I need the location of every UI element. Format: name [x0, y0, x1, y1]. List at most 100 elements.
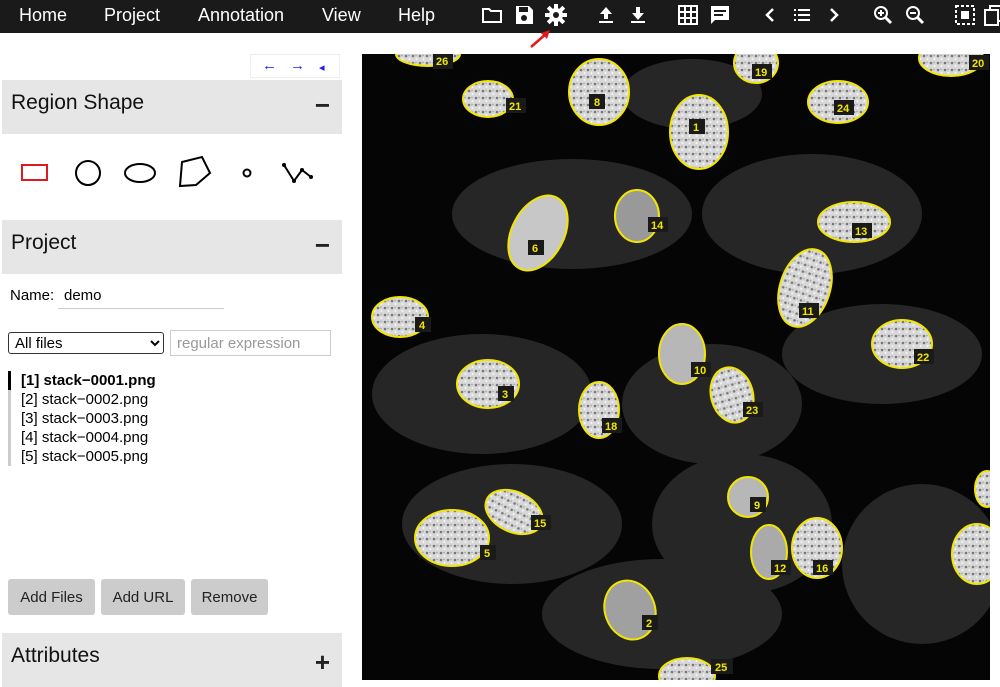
region-label-4: 4: [415, 317, 431, 332]
collapse-panel-icon[interactable]: ◂: [319, 61, 325, 74]
svg-text:6: 6: [532, 243, 538, 255]
menu-help[interactable]: Help: [398, 4, 435, 26]
project-title: Project: [11, 231, 77, 254]
region-label-26: 26: [433, 54, 453, 69]
attributes-expand-toggle[interactable]: +: [315, 647, 330, 677]
shape-circle-button[interactable]: [68, 153, 108, 193]
svg-text:1: 1: [693, 122, 699, 134]
region-label-12: 12: [771, 560, 791, 575]
file-list: [1] stack−0001.png [2] stack−0002.png [3…: [8, 371, 338, 466]
nav-right-arrow-icon[interactable]: →: [290, 57, 305, 74]
panel-nav-arrows: ← → ◂: [250, 54, 340, 78]
region-label-21: 21: [506, 98, 526, 113]
file-list-item[interactable]: [4] stack−0004.png: [8, 428, 338, 447]
nav-left-arrow-icon[interactable]: ←: [262, 57, 277, 74]
svg-text:18: 18: [605, 421, 617, 433]
save-icon[interactable]: [512, 3, 536, 27]
svg-text:5: 5: [484, 548, 490, 560]
svg-text:24: 24: [837, 103, 850, 115]
region-label-6: 6: [528, 240, 544, 255]
region-shape-collapse-toggle[interactable]: −: [315, 90, 330, 120]
attributes-title: Attributes: [11, 644, 100, 667]
region-label-14: 14: [648, 217, 668, 232]
region-label-9: 9: [750, 497, 766, 512]
copy-icon[interactable]: [982, 3, 1000, 27]
region-shape-header[interactable]: Region Shape −: [2, 80, 342, 134]
remove-button[interactable]: Remove: [191, 579, 268, 615]
svg-text:12: 12: [774, 563, 786, 575]
svg-text:26: 26: [436, 56, 448, 68]
svg-text:9: 9: [754, 500, 760, 512]
next-icon[interactable]: [822, 3, 846, 27]
microscopy-image: 1 8 21 24 19 20 26 6 14 13 11 4 22 10 3 …: [371, 54, 990, 680]
nucleus-region[interactable]: [568, 58, 630, 126]
folder-open-icon[interactable]: [480, 3, 504, 27]
svg-text:23: 23: [746, 405, 758, 417]
svg-text:22: 22: [917, 352, 929, 364]
pointer-arrow-icon: [530, 30, 550, 48]
region-label-2: 2: [642, 615, 658, 630]
project-name-input[interactable]: [58, 283, 224, 309]
annotation-canvas[interactable]: 1 8 21 24 19 20 26 6 14 13 11 4 22 10 3 …: [362, 54, 990, 680]
shape-polygon-button[interactable]: [174, 153, 214, 193]
region-label-24: 24: [834, 100, 854, 115]
list-icon[interactable]: [790, 3, 814, 27]
region-label-1: 1: [689, 119, 705, 134]
menu-view[interactable]: View: [322, 4, 361, 26]
file-list-item[interactable]: [1] stack−0001.png: [8, 371, 338, 390]
svg-text:13: 13: [855, 226, 867, 238]
nucleus-region[interactable]: [462, 80, 514, 118]
download-icon[interactable]: [626, 3, 650, 27]
project-collapse-toggle[interactable]: −: [315, 230, 330, 260]
region-label-8: 8: [589, 94, 605, 109]
svg-text:4: 4: [419, 320, 426, 332]
shape-polyline-button[interactable]: [278, 153, 318, 193]
region-label-23: 23: [743, 402, 763, 417]
previous-icon[interactable]: [758, 3, 782, 27]
region-label-22: 22: [914, 349, 934, 364]
nucleus-region[interactable]: [414, 509, 490, 567]
nucleus-region[interactable]: [974, 470, 990, 508]
comment-icon[interactable]: [708, 3, 732, 27]
region-label-16: 16: [813, 560, 833, 575]
add-url-button[interactable]: Add URL: [101, 579, 185, 615]
region-label-19: 19: [752, 64, 772, 79]
menu-annotation[interactable]: Annotation: [198, 4, 284, 26]
svg-text:19: 19: [755, 67, 767, 79]
file-list-item[interactable]: [2] stack−0002.png: [8, 390, 338, 409]
menu-home[interactable]: Home: [19, 4, 67, 26]
region-label-13: 13: [852, 223, 872, 238]
grid-view-icon[interactable]: [676, 3, 700, 27]
region-label-15: 15: [531, 515, 551, 530]
svg-text:11: 11: [802, 306, 814, 318]
file-list-item[interactable]: [5] stack−0005.png: [8, 447, 338, 466]
zoom-in-icon[interactable]: [871, 3, 895, 27]
select-all-icon[interactable]: [953, 3, 977, 27]
zoom-out-icon[interactable]: [903, 3, 927, 27]
svg-text:25: 25: [715, 662, 727, 674]
upload-icon[interactable]: [594, 3, 618, 27]
shape-point-button[interactable]: [227, 153, 267, 193]
menu-project[interactable]: Project: [104, 4, 160, 26]
project-name-label: Name:: [10, 287, 55, 304]
settings-icon[interactable]: [544, 3, 568, 27]
region-label-3: 3: [498, 386, 514, 401]
top-menu-bar: Home Project Annotation View Help: [0, 0, 1000, 33]
svg-text:3: 3: [502, 389, 508, 401]
shape-rectangle-button[interactable]: [15, 153, 55, 193]
project-header[interactable]: Project −: [2, 220, 342, 274]
nucleus-region[interactable]: [614, 189, 660, 243]
region-shape-title: Region Shape: [11, 91, 145, 114]
file-list-item[interactable]: [3] stack−0003.png: [8, 409, 338, 428]
regex-filter-input[interactable]: [170, 330, 331, 356]
svg-text:2: 2: [646, 618, 652, 630]
attributes-header[interactable]: Attributes +: [2, 633, 342, 687]
region-label-11: 11: [799, 303, 819, 318]
add-files-button[interactable]: Add Files: [8, 579, 95, 615]
svg-text:21: 21: [509, 101, 521, 113]
region-label-20: 20: [969, 55, 989, 70]
file-filter-select[interactable]: All files: [8, 332, 164, 354]
shape-ellipse-button[interactable]: [120, 153, 160, 193]
region-label-5: 5: [480, 545, 496, 560]
region-shape-toolbar: [2, 135, 342, 215]
